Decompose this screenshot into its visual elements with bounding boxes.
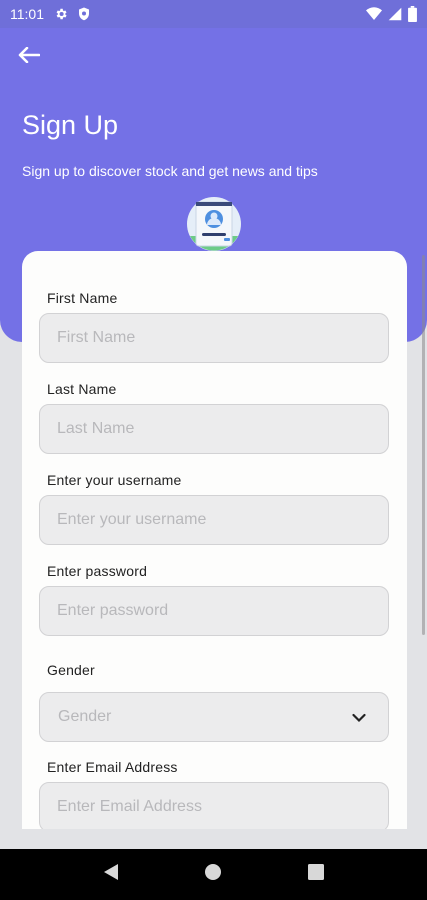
password-field bbox=[39, 586, 389, 636]
nav-back-icon bbox=[103, 863, 119, 886]
signal-icon bbox=[388, 7, 402, 21]
first-name-input[interactable] bbox=[40, 314, 388, 362]
chevron-down-icon bbox=[352, 710, 366, 728]
password-label: Enter password bbox=[47, 563, 148, 579]
back-button[interactable] bbox=[14, 44, 44, 70]
profile-illustration-icon bbox=[186, 196, 242, 252]
settings-icon bbox=[54, 7, 68, 21]
page-title: Sign Up bbox=[22, 110, 119, 140]
username-input[interactable] bbox=[40, 496, 388, 544]
nav-recents-button[interactable] bbox=[296, 855, 336, 895]
signup-form-card: First Name Last Name Enter your username… bbox=[22, 251, 407, 829]
nav-back-button[interactable] bbox=[91, 855, 131, 895]
gender-select[interactable]: Gender bbox=[39, 692, 389, 742]
first-name-label: First Name bbox=[47, 290, 118, 306]
shield-icon bbox=[78, 7, 90, 21]
status-time: 11:01 bbox=[10, 6, 44, 22]
last-name-field bbox=[39, 404, 389, 454]
wifi-icon bbox=[366, 7, 382, 21]
back-arrow-icon bbox=[18, 46, 41, 68]
last-name-label: Last Name bbox=[47, 381, 117, 397]
nav-home-button[interactable] bbox=[193, 855, 233, 895]
last-name-input[interactable] bbox=[40, 405, 388, 453]
scrollbar[interactable] bbox=[422, 255, 425, 635]
gender-select-value: Gender bbox=[58, 708, 112, 725]
nav-recents-icon bbox=[307, 864, 324, 885]
first-name-field bbox=[39, 313, 389, 363]
username-field bbox=[39, 495, 389, 545]
system-nav-bar bbox=[0, 849, 427, 900]
status-bar: 11:01 bbox=[0, 0, 427, 28]
email-field bbox=[39, 782, 389, 829]
email-input[interactable] bbox=[40, 783, 388, 829]
nav-home-icon bbox=[204, 863, 222, 886]
email-label: Enter Email Address bbox=[47, 759, 178, 775]
battery-icon bbox=[408, 6, 417, 22]
username-label: Enter your username bbox=[47, 472, 182, 488]
password-input[interactable] bbox=[40, 587, 388, 635]
page-subtitle: Sign up to discover stock and get news a… bbox=[22, 163, 318, 179]
gender-label: Gender bbox=[47, 662, 95, 678]
